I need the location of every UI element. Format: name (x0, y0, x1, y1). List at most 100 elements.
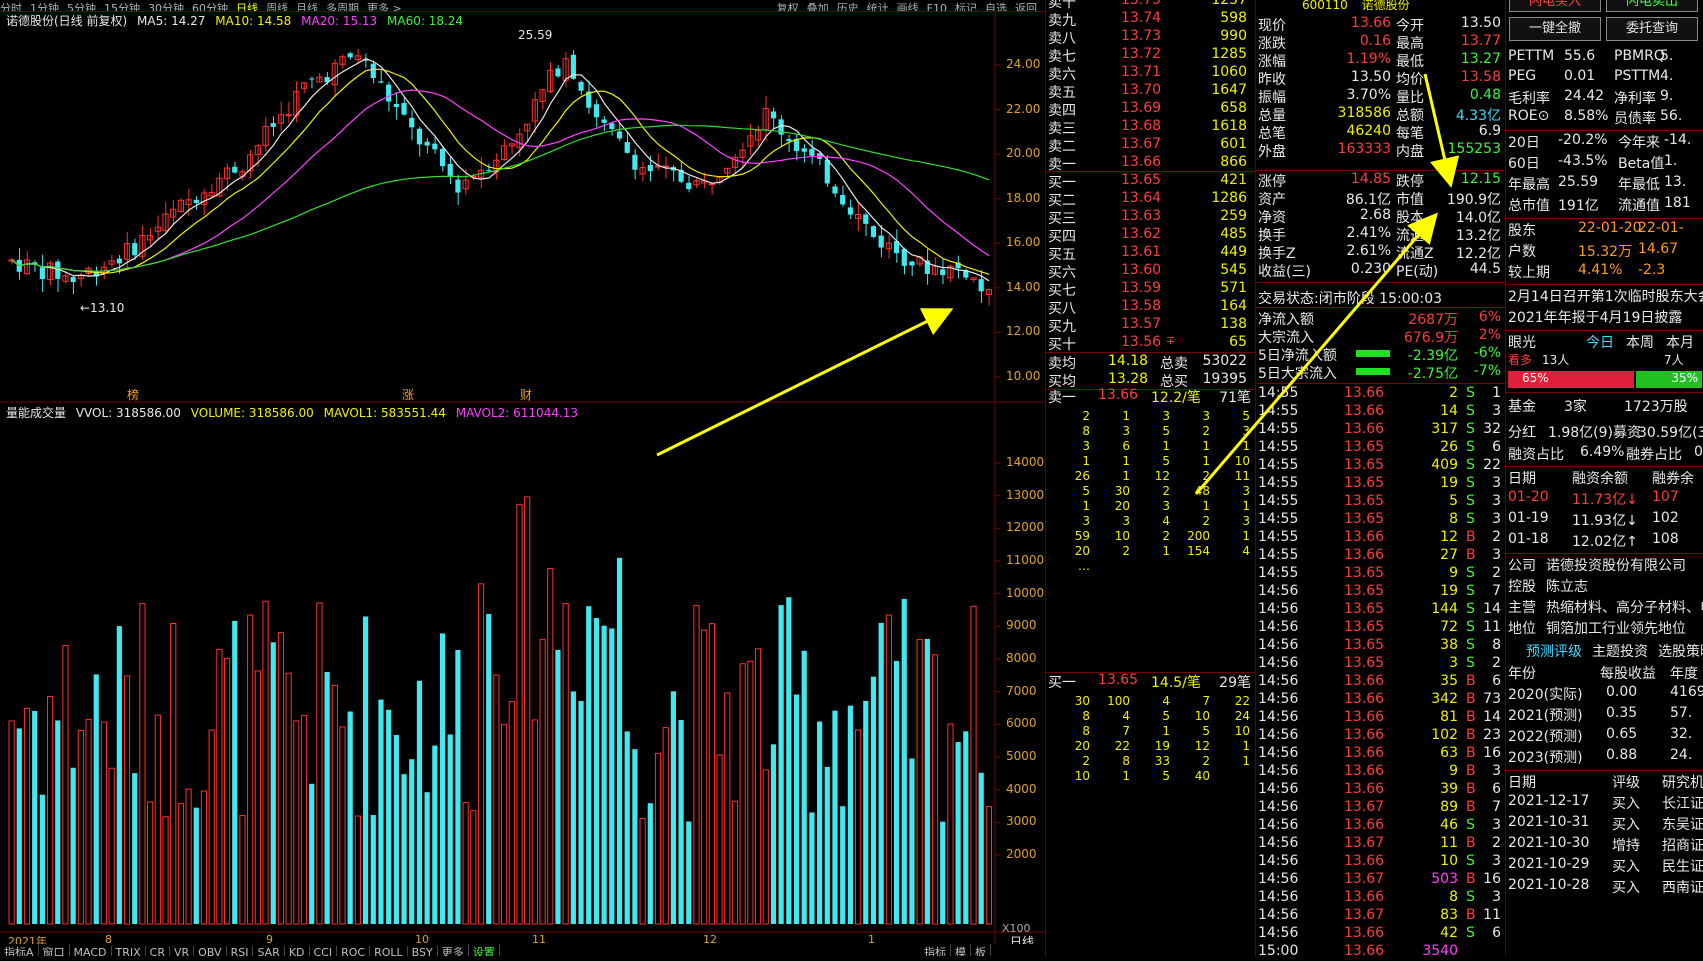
queue-cell: 1 (1162, 439, 1170, 453)
kline-chart-panel[interactable]: 分时 1分钟 5分钟 15分钟 30分钟 60分钟 日线 周线 月线 多周期 更多 > 复权 叠加 历史统… (0, 0, 1045, 956)
tick-row: 14:56 13.67 83 B 11 (1256, 907, 1505, 925)
rating-tab[interactable]: 预测评级 (1526, 641, 1582, 661)
quote-row: 总量 318586 总额 4.33亿 (1256, 105, 1505, 124)
order-query-button[interactable]: 委托查询 (1606, 17, 1698, 41)
queue-cell: 1 (1242, 739, 1250, 753)
tick-row: 14:56 13.66 63 B 16 (1256, 745, 1505, 763)
volume-bar (100, 721, 108, 925)
mavol2-label: MAVOL2: 611044.13 (455, 406, 579, 420)
quote-label: 净资 (1258, 210, 1286, 226)
indicator-tab[interactable]: RSI (227, 946, 254, 956)
divider (1256, 282, 1506, 283)
order-label: 卖三 (1048, 121, 1076, 137)
indicator-tab[interactable]: TRIX (112, 946, 146, 956)
order-label: 卖二 (1048, 139, 1076, 155)
volume-bar (940, 821, 946, 924)
f10-cell: PETTM (1508, 48, 1555, 64)
indicator-tab[interactable]: OBV (194, 946, 227, 956)
tick-side: S (1466, 637, 1475, 653)
indicator-tab[interactable]: 模 (951, 944, 971, 956)
indicator-tab[interactable]: 窗口 (39, 944, 70, 956)
quick-sell-button[interactable]: 闪电卖出 (1606, 0, 1698, 12)
eye-tab[interactable]: 本周 (1626, 332, 1654, 352)
quote-label: 收益(三) (1258, 264, 1311, 280)
tick-side: B (1466, 529, 1476, 545)
quote-label: 量比 (1396, 90, 1424, 106)
f10-cell: 股东 (1508, 223, 1536, 239)
tick-count: 3 (1492, 403, 1501, 419)
volume-bar (840, 806, 846, 924)
indicator-tab[interactable]: 更多 (438, 944, 469, 956)
f10-cell: 买入 (1612, 817, 1640, 833)
order-label: 卖五 (1048, 85, 1076, 101)
queue-cell: 10 (1074, 769, 1090, 783)
volume-bar (432, 745, 438, 924)
indicator-tab[interactable]: MACD (70, 946, 112, 956)
candle-body (632, 154, 638, 170)
indicator-tab[interactable]: 指标A (0, 944, 39, 956)
tick-volume: 27 (1440, 547, 1458, 563)
queue-cell: 8 (1122, 754, 1130, 768)
ma20-line (11, 89, 990, 272)
indicator-tab[interactable]: 设置 (469, 944, 500, 956)
queue-cell: 22 (1234, 694, 1250, 708)
volume-bar (123, 675, 131, 925)
indicator-tab[interactable]: SAR (253, 946, 285, 956)
indicator-tab[interactable]: CCI (310, 946, 338, 956)
eye-tab[interactable]: 本月 (1666, 332, 1694, 352)
volume-bar (285, 672, 292, 925)
indicator-tab[interactable]: 板 (971, 944, 991, 956)
notice-item[interactable]: 2月14日召开第1次临时股东大会 (1508, 286, 1703, 305)
indicator-tab[interactable]: ROC (337, 946, 371, 956)
quote-row: 外盘 163333 内盘 155253 (1256, 141, 1505, 160)
tick-side: S (1466, 439, 1475, 455)
order-volume: 1286 (1211, 190, 1247, 206)
queue-cell: 12 (1154, 469, 1170, 483)
queue-cell: 2 (1202, 514, 1210, 528)
order-volume: 1060 (1211, 64, 1247, 80)
tick-time: 14:56 (1258, 727, 1299, 743)
volume-tick: 9000 (1006, 618, 1037, 633)
indicator-tab[interactable]: 指标 (920, 944, 951, 956)
chart-canvas[interactable] (0, 0, 1045, 956)
flow-value: -2.75亿 (1407, 366, 1458, 382)
quote-value: 163333 (1337, 141, 1391, 157)
tick-side: S (1466, 889, 1475, 905)
queue-cell: 7 (1202, 694, 1210, 708)
indicator-tab[interactable]: CR (146, 946, 170, 956)
indicator-tab[interactable]: ROLL (370, 946, 408, 956)
order-row: 买四 13.62 485 (1046, 226, 1255, 245)
quote-value: 2.41% (1346, 225, 1391, 241)
queue-cell: 1 (1122, 409, 1130, 423)
volume-bar (132, 773, 138, 924)
candle-body (393, 103, 399, 108)
candle-body (378, 81, 384, 83)
f10-row: PETTM 55.6 PBMRQ 5. (1506, 48, 1703, 66)
order-price: 13.60 (1121, 262, 1162, 278)
event-mark[interactable]: 榜 (127, 386, 139, 403)
volume-bar (232, 620, 238, 924)
indicator-tab[interactable]: VR (170, 946, 195, 956)
f10-cell: PEG (1508, 68, 1537, 84)
indicator-tab[interactable]: BSY (408, 946, 438, 956)
tick-row: 14:56 13.65 144 S 14 (1256, 601, 1505, 619)
event-mark[interactable]: 涨 (402, 386, 414, 403)
rating-tab[interactable]: 选股策略 (1658, 641, 1703, 661)
quick-buy-button[interactable]: 闪电买入 (1509, 0, 1601, 12)
volume-bar (854, 729, 862, 925)
f10-cell: 研究机 (1662, 775, 1703, 791)
eye-tab[interactable]: 今日 (1586, 332, 1614, 352)
notice-item[interactable]: 2021年年报于4月19日披露 (1508, 307, 1703, 326)
rating-tab[interactable]: 主题投资 (1592, 641, 1648, 661)
event-mark[interactable]: 财 (520, 386, 532, 403)
indicator-tab[interactable]: KD (285, 946, 310, 956)
quote-value: 46240 (1346, 123, 1391, 139)
order-price: 13.73 (1121, 28, 1162, 44)
tick-count: 3 (1492, 763, 1501, 779)
f10-row: 2021-10-31 买入 东吴证 (1506, 814, 1703, 833)
tick-time: 14:56 (1258, 601, 1299, 617)
tick-row: 14:55 13.66 14 S 3 (1256, 403, 1505, 421)
tick-row: 14:56 13.66 35 B 6 (1256, 673, 1505, 691)
tick-volume: 72 (1440, 619, 1458, 635)
cancel-all-button[interactable]: 一键全撤 (1509, 17, 1601, 41)
